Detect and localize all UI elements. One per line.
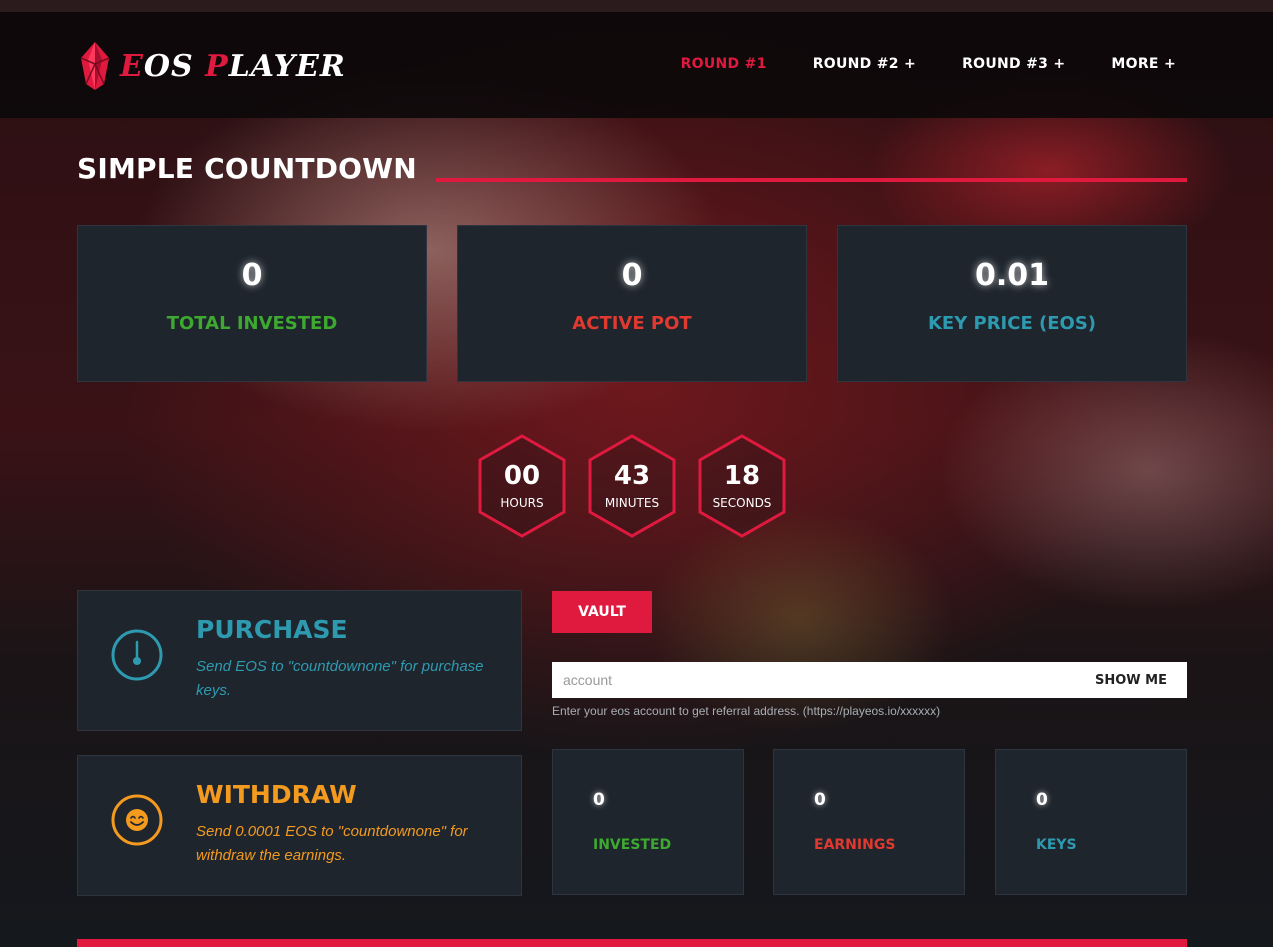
smiley-icon bbox=[111, 794, 163, 846]
countdown-seconds: 18 SECONDS bbox=[696, 433, 788, 539]
logo-word-layer: LAYER bbox=[228, 48, 346, 84]
bottom-accent-bar bbox=[77, 939, 1187, 947]
account-form: SHOW ME bbox=[552, 662, 1187, 698]
logo-text: EOS PLAYER bbox=[120, 49, 346, 84]
site-header: EOS PLAYER ROUND #1 ROUND #2 + ROUND #3 … bbox=[0, 12, 1273, 118]
thermometer-icon bbox=[111, 629, 163, 681]
logo[interactable]: EOS PLAYER bbox=[78, 40, 346, 92]
keys-label: KEYS bbox=[1036, 837, 1077, 853]
key-price-value: 0.01 bbox=[974, 258, 1050, 293]
invested-value: 0 bbox=[593, 790, 605, 810]
purchase-card: PURCHASE Send EOS to "countdownone" for … bbox=[77, 590, 522, 731]
account-input[interactable] bbox=[552, 662, 1072, 698]
withdraw-title: WITHDRAW bbox=[196, 780, 357, 809]
nav-round-1[interactable]: ROUND #1 bbox=[681, 56, 767, 72]
eos-crystal-icon bbox=[80, 42, 110, 90]
purchase-text: Send EOS to "countdownone" for purchase … bbox=[196, 658, 484, 699]
hours-value: 00 bbox=[503, 461, 541, 491]
seconds-value: 18 bbox=[723, 461, 761, 491]
logo-word-os: OS bbox=[143, 48, 206, 84]
minutes-unit: MINUTES bbox=[604, 496, 660, 510]
countdown-hours: 00 HOURS bbox=[476, 433, 568, 539]
withdraw-card: WITHDRAW Send 0.0001 EOS to "countdownon… bbox=[77, 755, 522, 896]
minutes-value: 43 bbox=[613, 461, 651, 491]
main-nav: ROUND #1 ROUND #2 + ROUND #3 + MORE + bbox=[681, 56, 1176, 72]
key-price-card: 0.01 KEY PRICE (EOS) bbox=[837, 225, 1187, 382]
keys-card: 0 KEYS bbox=[995, 749, 1187, 895]
page-title: SIMPLE COUNTDOWN bbox=[77, 152, 417, 185]
key-price-label: KEY PRICE (EOS) bbox=[927, 313, 1097, 334]
active-pot-value: 0 bbox=[621, 258, 643, 293]
nav-round-3[interactable]: ROUND #3 + bbox=[962, 56, 1065, 72]
total-invested-value: 0 bbox=[241, 258, 263, 293]
earnings-value: 0 bbox=[814, 790, 826, 810]
active-pot-label: ACTIVE POT bbox=[572, 313, 692, 334]
vault-button[interactable]: VAULT bbox=[552, 591, 652, 633]
nav-round-2[interactable]: ROUND #2 + bbox=[813, 56, 916, 72]
keys-value: 0 bbox=[1036, 790, 1048, 810]
hours-unit: HOURS bbox=[500, 496, 544, 510]
invested-label: INVESTED bbox=[593, 837, 672, 853]
earnings-label: EARNINGS bbox=[814, 837, 896, 853]
earnings-card: 0 EARNINGS bbox=[773, 749, 965, 895]
logo-letter-p: P bbox=[205, 48, 229, 84]
total-invested-card: 0 TOTAL INVESTED bbox=[77, 225, 427, 382]
title-underline bbox=[436, 178, 1187, 182]
seconds-unit: SECONDS bbox=[712, 496, 772, 510]
nav-more[interactable]: MORE + bbox=[1111, 56, 1176, 72]
countdown-minutes: 43 MINUTES bbox=[586, 433, 678, 539]
invested-card: 0 INVESTED bbox=[552, 749, 744, 895]
purchase-title: PURCHASE bbox=[196, 615, 348, 644]
show-me-button[interactable]: SHOW ME bbox=[1095, 662, 1167, 698]
withdraw-text: Send 0.0001 EOS to "countdownone" for wi… bbox=[196, 823, 468, 864]
top-strip bbox=[0, 0, 1273, 12]
total-invested-label: TOTAL INVESTED bbox=[166, 313, 338, 334]
referral-hint: Enter your eos account to get referral a… bbox=[552, 704, 941, 718]
active-pot-card: 0 ACTIVE POT bbox=[457, 225, 807, 382]
logo-letter-e: E bbox=[120, 48, 144, 84]
